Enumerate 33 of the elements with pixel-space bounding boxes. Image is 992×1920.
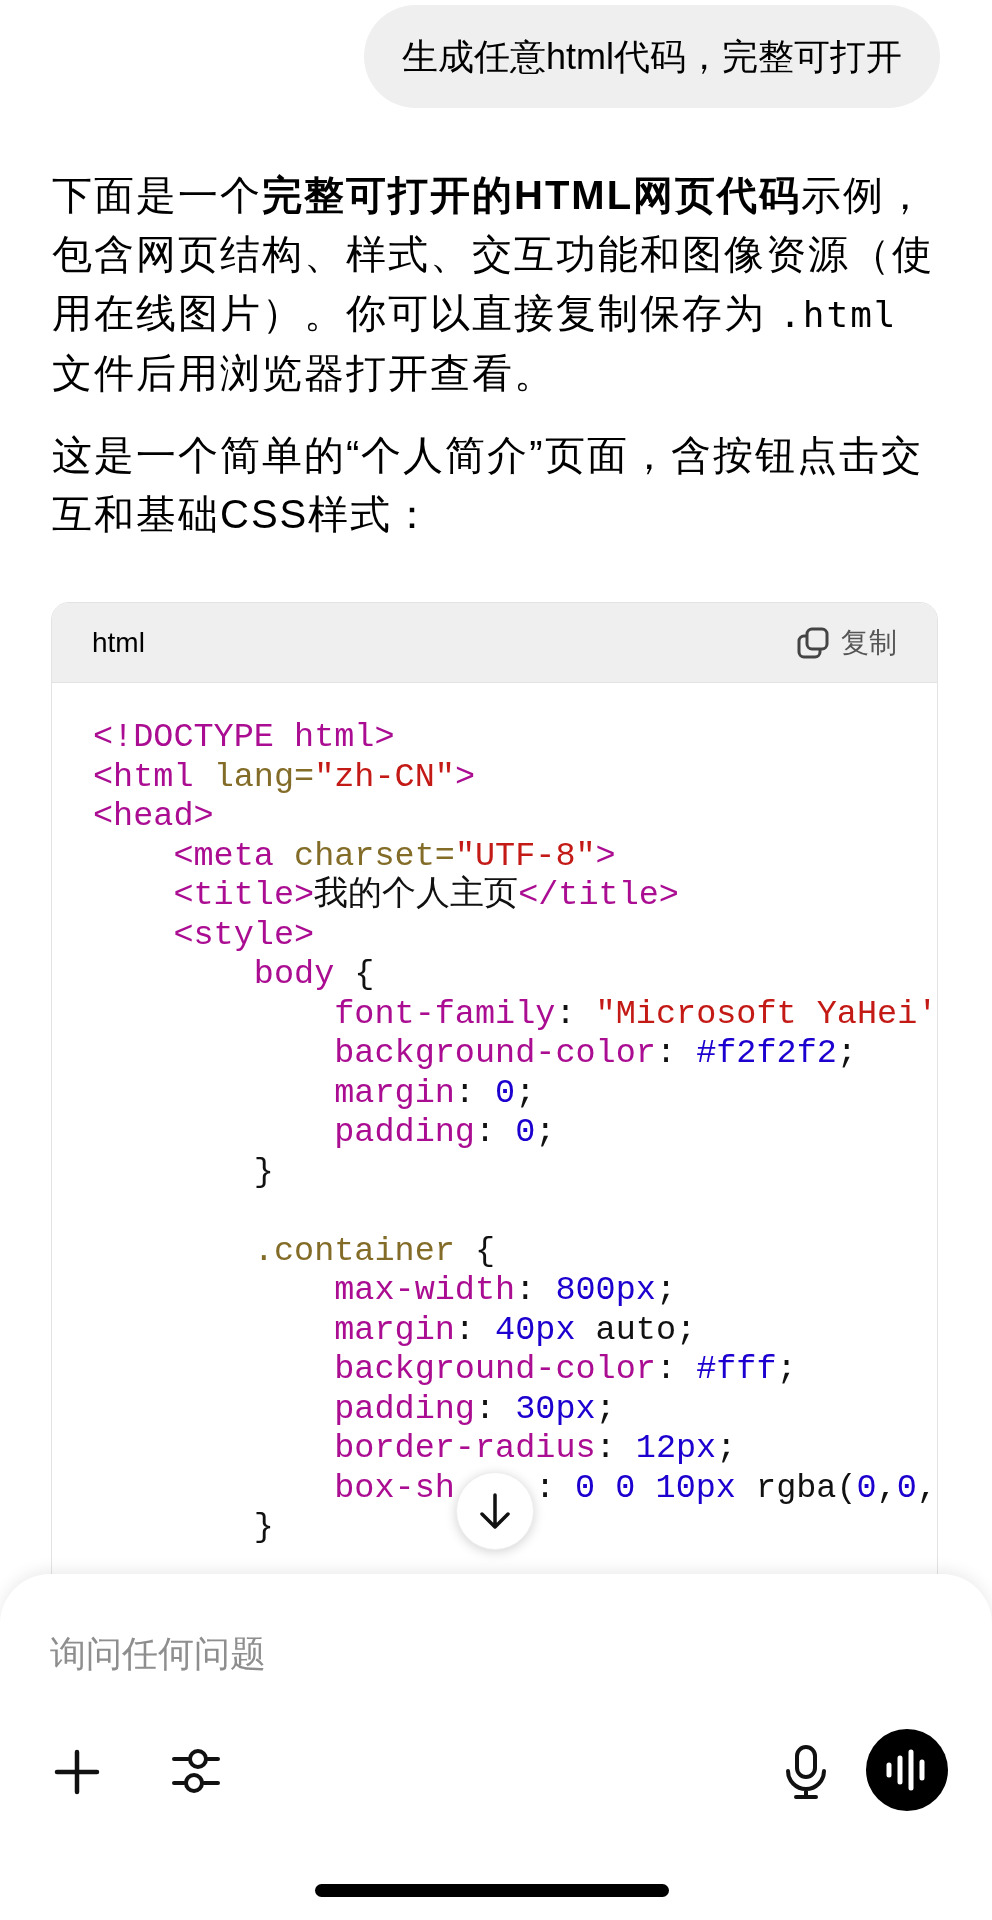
copy-button[interactable]: 复制 <box>797 621 897 664</box>
code-line: max-width: 800px; <box>333 1271 677 1311</box>
code-line: } <box>252 1152 274 1192</box>
plus-icon[interactable] <box>54 1749 100 1795</box>
code-line: margin: 0; <box>333 1073 536 1113</box>
code-line: border-radius: 12px; <box>333 1429 737 1469</box>
code-line: <title>我的个人主页</title> <box>172 876 679 916</box>
code-language-label: html <box>92 625 145 660</box>
scroll-down-button[interactable] <box>456 1472 534 1550</box>
code-line: background-color: #f2f2f2; <box>333 1034 857 1074</box>
code-line: padding: 30px; <box>333 1389 616 1429</box>
code-line: body { <box>252 955 375 995</box>
code-line: padding: 0; <box>333 1113 556 1153</box>
user-message-bubble: 生成任意html代码，完整可打开 <box>364 5 940 108</box>
sliders-icon[interactable] <box>172 1746 220 1796</box>
code-line: <style> <box>172 915 315 955</box>
copy-icon <box>797 626 829 659</box>
prompt-input-field[interactable]: 询问任何问题 <box>50 1629 930 1679</box>
code-line: : 0 0 10px rgba(0,0, <box>534 1468 937 1508</box>
code-line: margin: 40px auto; <box>333 1310 697 1350</box>
code-line: background-color: #fff; <box>333 1350 797 1390</box>
code-line: .container { <box>252 1231 496 1271</box>
code-line: } <box>252 1508 274 1548</box>
code-line: <html lang="zh-CN"> <box>93 757 475 797</box>
code-line: <!DOCTYPE html> <box>93 718 395 758</box>
code-line: font-family: "Microsoft YaHei' <box>333 994 937 1034</box>
reply-paragraph: 下面是一个完整可打开的HTML网页代码示例，包含网页结构、样式、交互功能和图像资源（使用在线图片）。你可以直接复制保存为 .html 文件后用浏览器打开查看。 <box>52 172 935 397</box>
reply-paragraph: 这是一个简单的“个人简介”页面，含按钮点击交互和基础CSS样式： <box>52 432 924 538</box>
down-arrow-icon <box>478 1492 512 1530</box>
microphone-icon[interactable] <box>784 1744 828 1800</box>
code-line: <head> <box>93 797 214 837</box>
code-line: box-sh <box>333 1468 455 1508</box>
code-line: <meta charset="UTF-8"> <box>172 836 616 875</box>
